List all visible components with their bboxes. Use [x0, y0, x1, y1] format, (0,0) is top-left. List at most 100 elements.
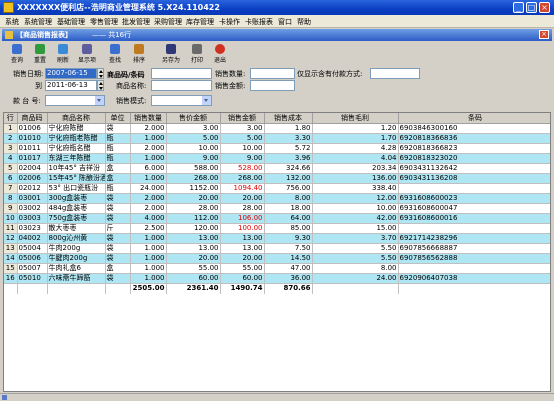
table-cell: 15.00	[312, 223, 399, 234]
column-header[interactable]: 销售成本	[264, 113, 313, 124]
table-row[interactable]: 4 01017 东湖三年陈醋瓶 1.000 9.00 9.00 3.96 4.04 692081…	[4, 153, 550, 164]
column-header[interactable]: 商品名称	[47, 113, 106, 124]
table-cell: 28.00	[220, 203, 265, 214]
table-cell: 1.000	[130, 173, 167, 184]
title-bar[interactable]: XXXXXXX便利店--浩明商业管理系统 5.X24.110422 _ □ ×	[0, 0, 554, 15]
mode-select[interactable]	[151, 95, 212, 106]
qty-label: 销售数量:	[215, 70, 246, 78]
exit-icon	[215, 44, 225, 54]
table-row[interactable]: 6 02006 15年45° 陈酿汾酒盒 1.000 268.00 268.00 132.0…	[4, 173, 550, 184]
column-header[interactable]: 行	[4, 113, 18, 124]
menu-wholesale[interactable]: 批发管理	[122, 17, 150, 27]
total-cell	[105, 283, 131, 294]
table-cell: 东湖三年陈醋	[47, 153, 106, 164]
menu-retail[interactable]: 零售管理	[90, 17, 118, 27]
table-row[interactable]: 10 03003 750g盒装枣袋 4.000 112.00 106.00 64.00 42.…	[4, 213, 550, 224]
sort-button[interactable]: 排序	[128, 44, 150, 65]
minimize-button[interactable]: _	[513, 2, 524, 13]
find-button[interactable]: 查找	[104, 44, 126, 65]
table-cell: 1.000	[130, 153, 167, 164]
table-row[interactable]: 12 04002 800g沁州黄袋 1.000 13.00 13.00 9.30 3.70 69…	[4, 233, 550, 244]
table-row[interactable]: 14 05006 牛腱肉200g 袋 1.000 20.00 20.00 14.50 5.50 6…	[4, 253, 550, 264]
print-button[interactable]: 打印	[186, 44, 208, 65]
table-cell: 28.00	[166, 203, 221, 214]
table-cell: 15	[4, 263, 18, 274]
column-header[interactable]: 销售毛利	[312, 113, 399, 124]
column-header[interactable]: 条码	[398, 113, 550, 124]
table-cell: 1.000	[130, 273, 167, 284]
table-cell: 8	[4, 193, 18, 204]
table-row[interactable]: 2 01010 宁化府瓶老陈醋瓶 1.000 5.00 5.00 3.30 1.70 69208…	[4, 133, 550, 144]
table-cell: 3.30	[264, 133, 313, 144]
menu-basic[interactable]: 基础管理	[57, 17, 85, 27]
save-as-button[interactable]: 另存为	[158, 44, 184, 65]
column-header[interactable]: 售价金额	[166, 113, 221, 124]
table-row[interactable]: 5 02004 10年45° 吉祥汾盒 6.000 588.00 528.00 324.66…	[4, 163, 550, 174]
table-cell: 斤	[105, 223, 131, 234]
menu-help[interactable]: 帮助	[297, 17, 311, 27]
query-button[interactable]: 查询	[6, 44, 28, 65]
amount-input[interactable]	[250, 80, 295, 91]
table-row[interactable]: 13 05004 牛肉200g 袋 1.000 13.00 13.00 7.50 5.50 690…	[4, 243, 550, 254]
maximize-button[interactable]: □	[526, 2, 537, 13]
table-cell: 2.000	[130, 193, 167, 204]
column-header[interactable]: 销售数量	[130, 113, 167, 124]
menu-card-report[interactable]: 卡账报表	[245, 17, 273, 27]
payment-input[interactable]	[370, 68, 420, 79]
close-button[interactable]: ×	[539, 2, 550, 13]
menu-card-ops[interactable]: 卡操作	[219, 17, 240, 27]
table-cell: 268.00	[220, 173, 265, 184]
table-cell: 268.00	[166, 173, 221, 184]
date-from-field[interactable]: 2007-06-15	[45, 68, 97, 79]
code-input[interactable]	[151, 68, 212, 79]
table-cell: 6931608600016	[398, 213, 550, 224]
column-header[interactable]: 销售金额	[220, 113, 265, 124]
menu-system[interactable]: 系统	[5, 17, 19, 27]
table-cell: 6920906407038	[398, 273, 550, 284]
name-input[interactable]	[151, 80, 212, 91]
menu-purchase[interactable]: 采购管理	[154, 17, 182, 27]
table-cell: 6920818366823	[398, 143, 550, 154]
table-cell: 3.70	[312, 233, 399, 244]
table-row[interactable]: 15 05007 牛肉礼盒6 盒 1.000 55.00 55.00 47.00 8.00	[4, 263, 550, 274]
menu-window[interactable]: 窗口	[278, 17, 292, 27]
table-row[interactable]: 1 01006 宁化府陈醋袋 2.000 3.00 3.00 1.80 1.20 6903846…	[4, 123, 550, 134]
table-cell: 02012	[17, 183, 48, 194]
stall-select[interactable]	[45, 95, 105, 106]
table-row[interactable]: 3 01011 宁化府瓶名醋瓶 2.000 10.00 10.00 5.72 4.28 6920…	[4, 143, 550, 154]
refresh-button[interactable]: 刷新	[52, 44, 74, 65]
date-from-spinner[interactable]	[97, 68, 104, 79]
document-tab[interactable]: 【商品销售报表】 —— 共16行 ×	[2, 29, 552, 41]
payment-label: 仅显示含有付款方式:	[297, 70, 363, 78]
columns-button[interactable]: 显示项	[76, 44, 98, 65]
reset-button[interactable]: 重置	[29, 44, 51, 65]
table-row[interactable]: 8 03001 300g盒装枣袋 2.000 20.00 20.00 8.00 12.00 69…	[4, 193, 550, 204]
sales-grid[interactable]: 行商品码 商品名称 单位 销售数量 售价金额 销售金额 销售成本 销售毛利 条码 1 01006 宁…	[3, 112, 551, 392]
table-row[interactable]: 9 03002 484g盒装枣袋 2.000 28.00 28.00 18.00 10.00 6…	[4, 203, 550, 214]
column-header[interactable]: 商品码	[17, 113, 48, 124]
exit-button[interactable]: 退出	[209, 44, 231, 65]
table-cell: 6931608600023	[398, 193, 550, 204]
menu-inventory[interactable]: 库存管理	[186, 17, 214, 27]
table-cell: 盒	[105, 163, 131, 174]
tab-close-button[interactable]: ×	[539, 30, 549, 39]
table-cell: 55.00	[166, 263, 221, 274]
date-to-spinner[interactable]	[97, 80, 104, 91]
table-cell: 20.00	[220, 193, 265, 204]
table-row[interactable]: 7 02012 53° 出口瓷瓶汾瓶 24.000 1152.00 1094.40 756.…	[4, 183, 550, 194]
table-row[interactable]: 11 03023 散大枣枣斤 2.500 120.00 100.00 85.00 15.00	[4, 223, 550, 234]
table-row[interactable]: 16 05010 六味斋牛蹄筋袋 1.000 60.00 60.00 36.00 24.00 6…	[4, 273, 550, 284]
sort-icon	[134, 44, 144, 54]
table-cell: 3	[4, 143, 18, 154]
column-header[interactable]: 单位	[105, 113, 131, 124]
date-to-field[interactable]: 2011-06-13	[45, 80, 97, 91]
qty-input[interactable]	[250, 68, 295, 79]
total-cell	[47, 283, 106, 294]
table-cell: 2.000	[130, 123, 167, 134]
table-cell: 牛肉礼盒6	[47, 263, 106, 274]
total-cell: 2505.00	[130, 283, 167, 294]
total-cell	[398, 283, 550, 294]
table-cell: 13.00	[220, 233, 265, 244]
total-cell: 870.66	[264, 283, 313, 294]
menu-system-admin[interactable]: 系统管理	[24, 17, 52, 27]
